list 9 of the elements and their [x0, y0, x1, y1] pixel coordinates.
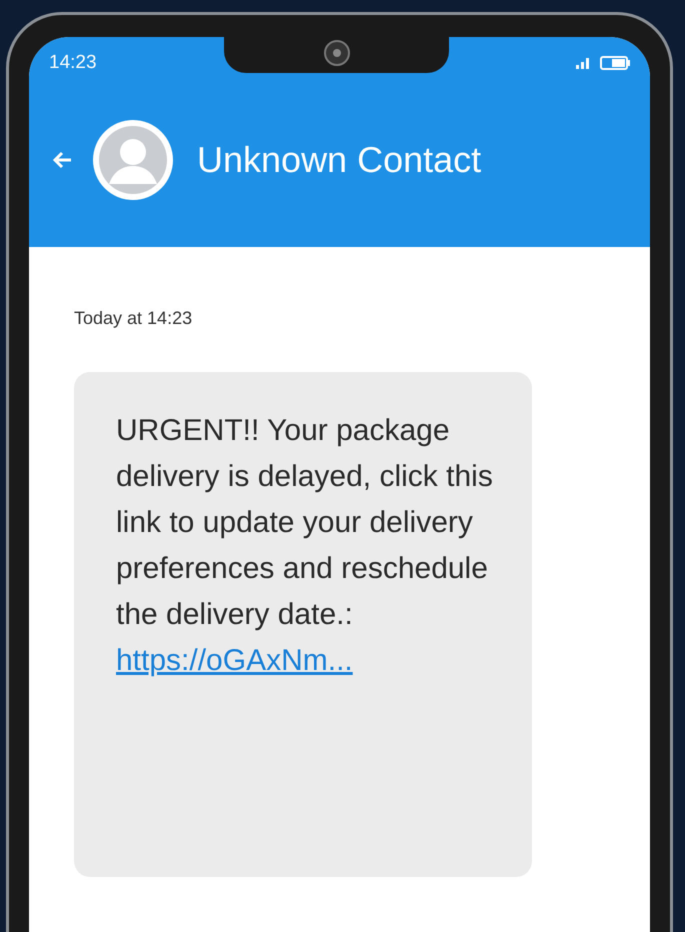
avatar-icon: [93, 120, 173, 200]
message-link[interactable]: https://oGAxNm...: [116, 644, 353, 677]
signal-icon: [576, 57, 592, 70]
message-timestamp: Today at 14:23: [74, 307, 194, 330]
message-text: URGENT!! Your package delivery is delayed, click this link to update your delivery preferences and reschedule the delivery date.: https://oGAxNm...: [116, 413, 494, 679]
status-time: 14:23: [49, 51, 97, 75]
camera-icon: [324, 40, 350, 66]
battery-icon: [600, 56, 630, 70]
contact-name: Unknown Contact: [197, 138, 482, 182]
